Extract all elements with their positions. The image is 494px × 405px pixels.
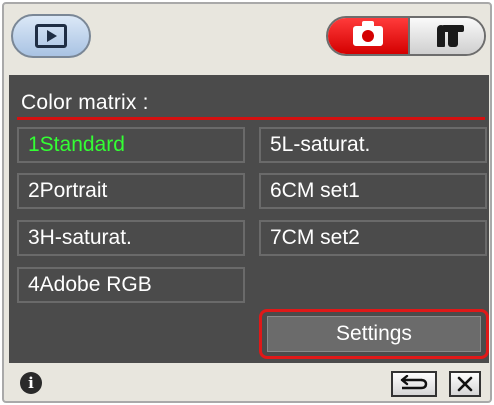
option-5l-saturat[interactable]: 5L-saturat.	[259, 127, 487, 163]
playback-button[interactable]	[11, 14, 91, 58]
color-matrix-panel: Color matrix : 1Standard 2Portrait 3H-sa…	[9, 75, 489, 363]
option-7cm-set2[interactable]: 7CM set2	[259, 220, 487, 256]
return-button[interactable]	[391, 371, 437, 397]
title-underline	[17, 117, 485, 120]
info-icon[interactable]: i	[20, 372, 42, 394]
playback-icon	[35, 24, 67, 48]
mode-switch	[326, 16, 486, 56]
close-icon	[457, 376, 473, 392]
return-icon	[400, 375, 428, 390]
settings-button[interactable]: Settings	[259, 309, 489, 359]
panel-title: Color matrix :	[21, 91, 149, 114]
camera-icon	[353, 21, 383, 46]
settings-label: Settings	[267, 316, 481, 352]
camera-mode-button[interactable]	[328, 18, 408, 54]
close-button[interactable]	[449, 371, 481, 397]
option-4adobe-rgb[interactable]: 4Adobe RGB	[17, 267, 245, 303]
option-6cm-set1[interactable]: 6CM set1	[259, 173, 487, 209]
option-1standard[interactable]: 1Standard	[17, 127, 245, 163]
tools-mode-button[interactable]	[408, 18, 484, 54]
option-2portrait[interactable]: 2Portrait	[17, 173, 245, 209]
option-3h-saturat[interactable]: 3H-saturat.	[17, 220, 245, 256]
